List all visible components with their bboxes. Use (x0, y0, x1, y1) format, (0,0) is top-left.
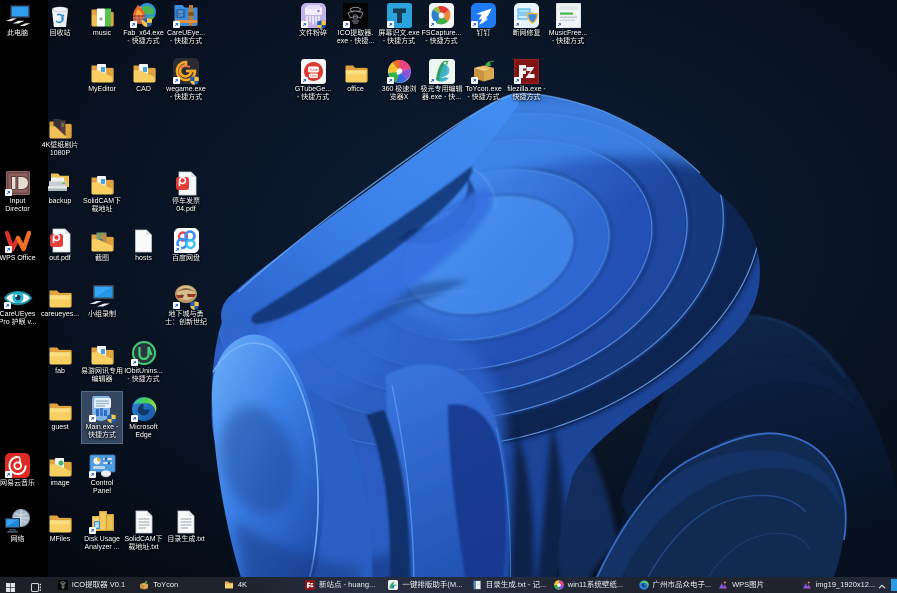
svg-text:Get: Get (310, 73, 317, 78)
svg-text:Tube: Tube (309, 67, 319, 72)
svg-text:ZIP: ZIP (178, 14, 183, 18)
